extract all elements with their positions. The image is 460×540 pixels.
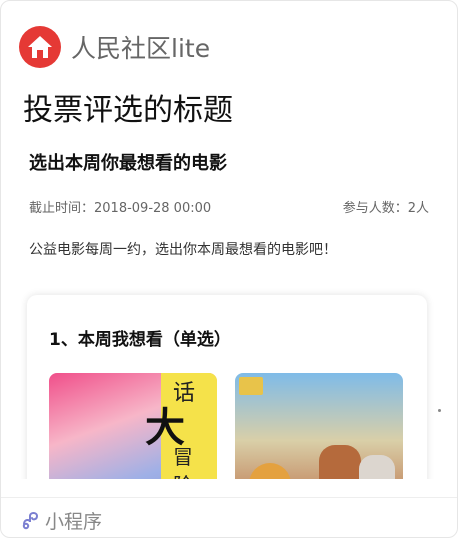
app-name: 人民社区lite	[71, 34, 211, 63]
deadline-text: 截止时间：2018-09-28 00:00	[29, 201, 212, 216]
poster-sign	[239, 377, 263, 395]
movie-poster-2[interactable]	[235, 373, 403, 479]
poster-title-char: 冒	[173, 445, 193, 469]
app-header: 人民社区lite	[19, 26, 211, 68]
poster-cat-character	[249, 463, 291, 479]
mini-program-label: 小程序	[45, 511, 103, 533]
movie-poster-1[interactable]: 话 大 冒 险	[49, 373, 217, 479]
share-card[interactable]: 人民社区lite 投票评选的标题 选出本周你最想看的电影 截止时间：2018-0…	[0, 0, 458, 538]
question-card: 1、本周我想看（单选） 话 大 冒 险	[27, 295, 427, 479]
poster-title-char: 险	[173, 469, 193, 479]
vote-preview[interactable]: 选出本周你最想看的电影 截止时间：2018-09-28 00:00 参与人数：2…	[21, 139, 439, 479]
vote-meta: 截止时间：2018-09-28 00:00 参与人数：2人	[29, 197, 429, 216]
vote-description: 公益电影每周一约，选出你本周最想看的电影吧！	[29, 242, 337, 258]
vote-title: 选出本周你最想看的电影	[29, 153, 227, 174]
page-title: 投票评选的标题	[23, 93, 233, 128]
scroll-indicator	[438, 409, 441, 412]
home-icon	[19, 26, 61, 68]
question-title: 1、本周我想看（单选）	[49, 330, 231, 350]
poster-fox-character	[319, 445, 361, 479]
mini-program-icon	[22, 512, 39, 530]
footer-bar: 小程序	[1, 497, 457, 537]
participants-text: 参与人数：2人	[342, 201, 429, 216]
poster-rabbit-character	[359, 455, 395, 479]
